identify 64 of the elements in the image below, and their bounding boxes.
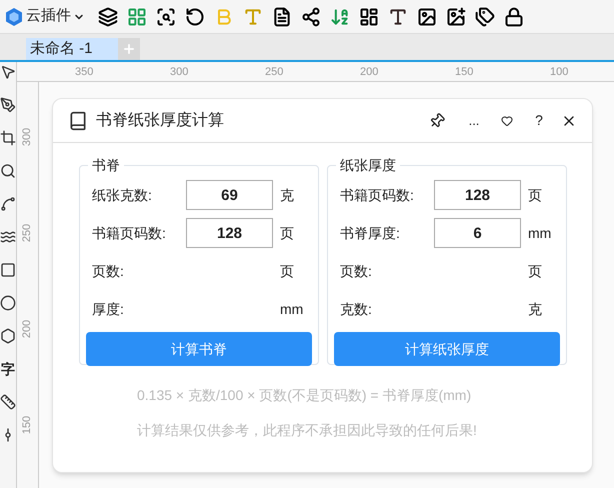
book-icon bbox=[68, 110, 88, 130]
unit-label: 克 bbox=[528, 300, 542, 318]
dimension-icon[interactable] bbox=[0, 394, 16, 410]
more-button[interactable]: ... bbox=[463, 110, 485, 130]
rotate-icon[interactable] bbox=[185, 6, 205, 26]
sort-letters-icon[interactable] bbox=[330, 6, 350, 26]
unit-label: 页 bbox=[280, 262, 294, 280]
dialog-title: 书脊纸张厚度计算 bbox=[96, 110, 225, 130]
field-label: 厚度: bbox=[91, 300, 125, 318]
unit-label: 页 bbox=[528, 186, 542, 204]
number-field[interactable]: 6 bbox=[434, 218, 521, 248]
number-field[interactable]: 69 bbox=[186, 180, 273, 210]
ruler-label: 350 bbox=[75, 65, 94, 80]
crop-icon[interactable] bbox=[0, 130, 16, 146]
ruler-label: 200 bbox=[20, 320, 34, 338]
grid-icon[interactable] bbox=[127, 6, 147, 26]
unit-label: 页 bbox=[528, 262, 542, 280]
heart-icon[interactable] bbox=[501, 114, 513, 126]
zoom-icon[interactable] bbox=[0, 163, 16, 179]
pointer-icon[interactable] bbox=[0, 64, 16, 80]
ellipse-icon[interactable] bbox=[0, 295, 16, 311]
field-label: 克数: bbox=[339, 300, 373, 318]
unit-label: mm bbox=[528, 224, 552, 242]
ruler-label: 250 bbox=[265, 65, 284, 80]
layers-icon[interactable] bbox=[98, 6, 118, 26]
unit-label: 页 bbox=[280, 224, 294, 242]
polygon-icon[interactable] bbox=[0, 328, 16, 344]
letter-icon[interactable] bbox=[388, 6, 408, 26]
field-label: 页数: bbox=[91, 262, 125, 280]
ruler-label: 250 bbox=[20, 224, 34, 242]
ruler-label: 300 bbox=[20, 128, 34, 146]
select-frame-icon[interactable] bbox=[156, 6, 176, 26]
group-title: 纸张厚度 bbox=[339, 156, 397, 175]
note-text: 0.135 × 克数/100 × 页数(不是页码数) = 书脊厚度(mm) bbox=[137, 386, 472, 405]
ruler-label: 200 bbox=[360, 65, 380, 80]
field-label: 纸张克数: bbox=[91, 186, 153, 204]
number-field[interactable]: 128 bbox=[186, 218, 273, 248]
nodes-icon[interactable] bbox=[301, 6, 321, 26]
text-tool-button[interactable]: 字 bbox=[1, 360, 15, 378]
ruler-label: 150 bbox=[20, 416, 34, 434]
pen-icon[interactable] bbox=[0, 97, 16, 113]
image-icon[interactable] bbox=[446, 6, 466, 26]
note-text: 计算结果仅供参考，此程序不承担因此导致的任何后果! bbox=[137, 421, 478, 440]
tag-icon[interactable] bbox=[475, 6, 495, 26]
field-label: 书籍页码数: bbox=[91, 224, 167, 242]
plus-icon bbox=[122, 42, 136, 56]
layout-icon[interactable] bbox=[359, 6, 379, 26]
cube-icon bbox=[4, 6, 24, 26]
cloud-plugin-menu[interactable]: 云插件 bbox=[4, 5, 89, 28]
unit-label: 克 bbox=[280, 186, 294, 204]
field-label: 书籍页码数: bbox=[339, 186, 415, 204]
help-button[interactable]: ? bbox=[529, 110, 549, 131]
group-title: 书脊 bbox=[91, 156, 121, 175]
field-label: 书脊厚度: bbox=[339, 224, 401, 242]
image-icon[interactable] bbox=[417, 6, 437, 26]
lock-icon[interactable] bbox=[504, 6, 524, 26]
field-label: 页数: bbox=[339, 262, 373, 280]
document-tab[interactable]: 未命名 -1 bbox=[26, 38, 118, 60]
unit-label: mm bbox=[280, 300, 304, 318]
ruler-label: 150 bbox=[455, 65, 474, 80]
ruler-label: 300 bbox=[170, 65, 190, 80]
ruler-label: 100 bbox=[550, 65, 570, 80]
rectangle-icon[interactable] bbox=[0, 262, 16, 278]
number-field[interactable]: 128 bbox=[434, 180, 521, 210]
